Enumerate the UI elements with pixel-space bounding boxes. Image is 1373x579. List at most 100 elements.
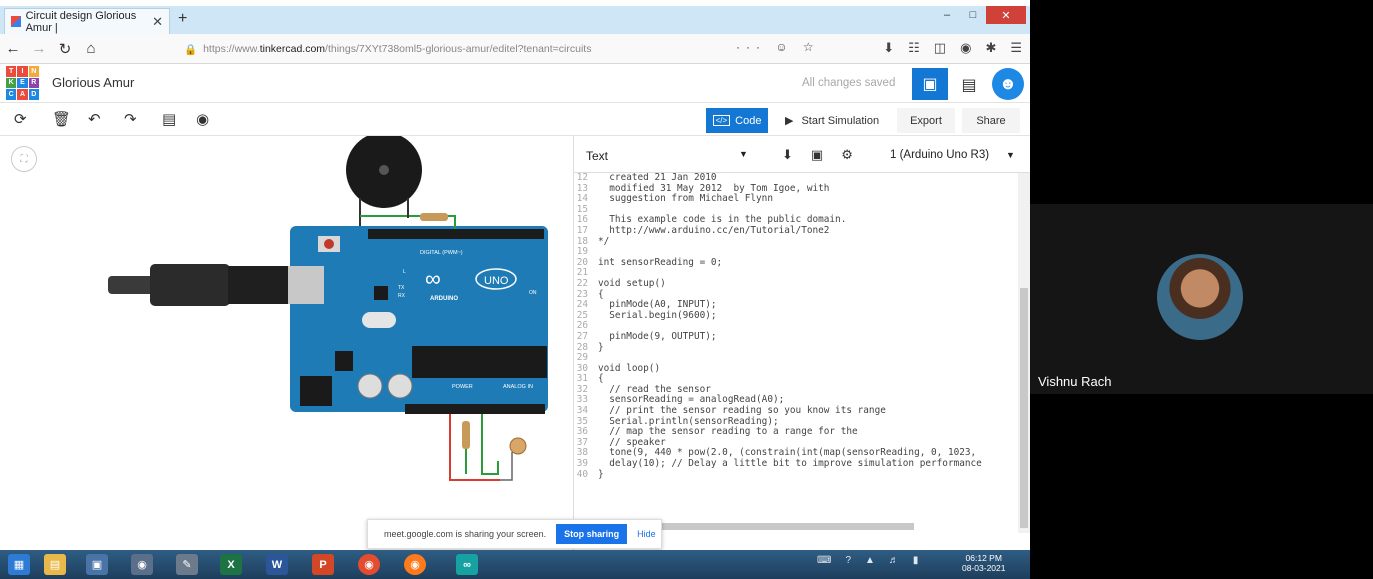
participant-tile[interactable]: Vishnu Rach <box>1030 204 1373 394</box>
code-text: http://www.arduino.cc/en/Tutorial/Tone2 <box>598 224 830 236</box>
code-line[interactable]: 17 http://www.arduino.cc/en/Tutorial/Ton… <box>574 224 1026 237</box>
lock-icon: 🔒 <box>184 43 198 56</box>
rotate-icon[interactable]: ⟳ <box>14 110 27 128</box>
firefox-icon[interactable]: ◉ <box>404 554 426 575</box>
arduino-ide-icon[interactable]: ∞ <box>456 554 478 575</box>
capacitor-2 <box>387 373 413 399</box>
stop-sharing-button[interactable]: Stop sharing <box>556 524 628 544</box>
photoresistor-lead <box>500 452 513 481</box>
code-line[interactable]: 30 void loop() <box>574 363 1026 375</box>
home-icon[interactable]: ⌂ <box>78 40 104 57</box>
circuit-view-button[interactable]: ▣ <box>912 68 948 100</box>
usb-port <box>288 266 324 304</box>
keyboard-icon[interactable]: ⌨ <box>817 555 831 566</box>
code-mode-select[interactable]: Text <box>586 149 608 163</box>
extension-icon[interactable]: ✱ <box>985 40 996 56</box>
start-simulation-button[interactable]: ▶ Start Simulation <box>775 108 890 133</box>
help-icon[interactable]: ? <box>845 555 851 566</box>
battery-icon[interactable]: ▮ <box>913 555 919 566</box>
start-icon[interactable]: ▦ <box>8 554 30 575</box>
chevron-down-icon[interactable]: ▼ <box>739 149 748 159</box>
code-line[interactable]: 39 delay(10); // Delay a little bit to i… <box>574 458 1026 470</box>
close-window-icon[interactable]: ✕ <box>986 6 1026 24</box>
logo-letter: K <box>6 77 17 89</box>
menu-icon[interactable]: ☰ <box>1010 40 1022 56</box>
code-button[interactable]: </> Code <box>706 108 768 133</box>
forward-icon[interactable]: → <box>26 40 52 57</box>
excel-icon[interactable]: X <box>220 554 242 575</box>
code-line[interactable]: 27 pinMode(9, OUTPUT); <box>574 331 1026 343</box>
delete-icon[interactable]: 🗑 <box>52 110 71 128</box>
url-path: /things/7XYt738oml5-glorious-amur/editel… <box>325 43 592 55</box>
scrollbar-thumb[interactable] <box>1020 288 1028 528</box>
power-label: POWER <box>452 384 473 390</box>
chevron-down-icon[interactable]: ▼ <box>1006 150 1015 160</box>
tinkercad-logo[interactable]: TINKERCAD <box>6 66 39 100</box>
code-vertical-scrollbar[interactable] <box>1018 173 1030 533</box>
downloads-icon[interactable]: ⬇ <box>883 40 894 56</box>
design-title[interactable]: Glorious Amur <box>52 75 134 90</box>
reset-button-cap <box>324 239 334 249</box>
account-icon[interactable]: ◉ <box>960 40 971 56</box>
minimize-icon[interactable]: – <box>934 6 960 24</box>
user-avatar[interactable]: ☻ <box>992 68 1024 100</box>
line-number: 12 <box>576 173 588 183</box>
uno-label: UNO <box>484 275 509 287</box>
chrome-icon[interactable]: ◉ <box>358 554 380 575</box>
code-line[interactable]: 40} <box>574 469 1026 481</box>
line-number: 22 <box>576 277 588 289</box>
download-code-icon[interactable]: ⬇ <box>782 147 793 163</box>
photoresistor[interactable] <box>509 437 527 455</box>
code-line[interactable]: 22 void setup() <box>574 277 1026 290</box>
green-wire-bottom <box>481 414 499 475</box>
reload-icon[interactable]: ↻ <box>52 40 78 58</box>
device-select[interactable]: 1 (Arduino Uno R3) <box>890 149 989 161</box>
code-text: suggestion from Michael Flynn <box>598 193 773 205</box>
logo-letter: I <box>17 66 28 77</box>
component-icon: ▣ <box>922 76 938 93</box>
components-list-button[interactable]: ▤ <box>953 72 985 98</box>
visibility-icon[interactable]: ◉ <box>196 110 209 128</box>
undo-icon[interactable]: ↶ <box>88 110 101 128</box>
notes-icon[interactable]: ▤ <box>162 110 176 128</box>
maximize-icon[interactable]: □ <box>960 6 986 24</box>
sidebar-icon[interactable]: ◫ <box>934 40 946 56</box>
network-icon[interactable]: ▲ <box>865 555 875 566</box>
list-icon: ▤ <box>961 77 977 94</box>
browser-tab[interactable]: Circuit design Glorious Amur | ✕ <box>4 8 170 34</box>
usb-chip <box>374 286 388 300</box>
capacitor-1 <box>357 373 383 399</box>
word-icon[interactable]: W <box>266 554 288 575</box>
library-icon[interactable]: ▣ <box>811 147 823 163</box>
app-icon[interactable]: ▣ <box>86 554 108 575</box>
volume-icon[interactable]: ♬ <box>889 555 899 566</box>
debugger-bug-icon[interactable]: ⚙ <box>841 147 853 163</box>
redo-icon[interactable]: ↷ <box>124 110 137 128</box>
page-actions[interactable]: ··· ☺ ☆ <box>736 40 820 54</box>
code-line[interactable]: 20 int sensorReading = 0; <box>574 257 1026 269</box>
file-explorer-icon[interactable]: ▤ <box>44 554 66 575</box>
resistor-bottom[interactable] <box>462 421 470 449</box>
app-icon[interactable]: ◉ <box>131 554 153 575</box>
circuit-canvas[interactable]: ⛶ DIGITAL (PWM~) ∞ UNO ARDUINO L TX RX O… <box>0 136 573 550</box>
code-line[interactable]: 25 Serial.begin(9600); <box>574 310 1026 322</box>
clock[interactable]: 06:12 PM 08-03-2021 <box>962 553 1005 573</box>
powerpoint-icon[interactable]: P <box>312 554 334 575</box>
address-bar[interactable]: 🔒 https://www. tinkercad.com/things/7XYt7… <box>176 38 806 60</box>
code-line[interactable]: 14 suggestion from Michael Flynn <box>574 194 1026 205</box>
library-icon[interactable]: ☷ <box>908 40 920 56</box>
back-icon[interactable]: ← <box>0 40 26 57</box>
code-line[interactable]: 28} <box>574 342 1026 354</box>
new-tab-button[interactable]: + <box>178 10 187 28</box>
paint-icon[interactable]: ✎ <box>176 554 198 575</box>
resistor-top[interactable] <box>420 213 448 221</box>
share-button[interactable]: Share <box>962 108 1020 133</box>
code-line[interactable]: 12 created 21 Jan 2010 <box>574 173 1026 184</box>
arduino-label: ARDUINO <box>430 296 458 302</box>
usb-plug <box>150 264 230 306</box>
code-line[interactable]: 18 */ <box>574 236 1026 248</box>
hide-button[interactable]: Hide <box>637 529 656 539</box>
close-tab-icon[interactable]: ✕ <box>152 14 163 30</box>
export-button[interactable]: Export <box>897 108 955 133</box>
code-editor[interactable]: 12 created 21 Jan 2010 13 modified 31 May… <box>574 173 1026 523</box>
